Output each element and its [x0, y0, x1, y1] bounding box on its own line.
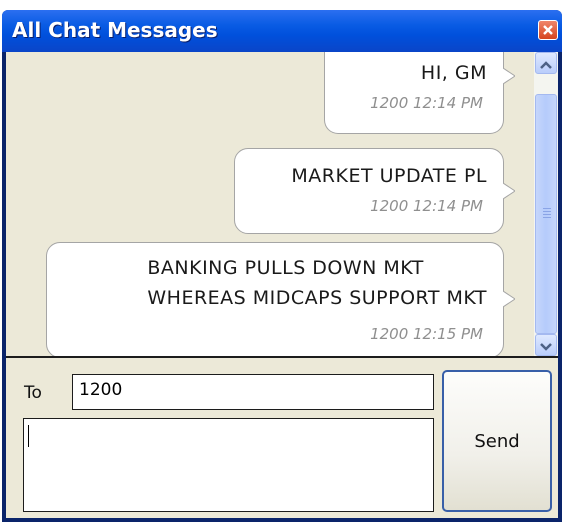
message-bubble: BANKING PULLS DOWN MKT WHEREAS MIDCAPS S…	[46, 242, 515, 356]
title-bar[interactable]: All Chat Messages	[2, 10, 562, 52]
message-text: BANKING PULLS DOWN MKT WHEREAS MIDCAPS S…	[147, 257, 487, 309]
message-input[interactable]	[23, 418, 434, 512]
message-timestamp: 1200 12:14 PM	[370, 94, 483, 112]
close-icon	[542, 24, 554, 36]
recipient-field[interactable]: 1200	[72, 374, 434, 410]
message-text: MARKET UPDATE PL	[291, 165, 487, 187]
send-button[interactable]: Send	[442, 370, 552, 512]
grip-line	[543, 208, 551, 209]
bubble-tail	[503, 291, 515, 307]
window-client: HI, GM 1200 12:14 PM MARKET UPDATE PL 12…	[6, 52, 558, 518]
message-timestamp: 1200 12:14 PM	[370, 197, 483, 215]
message-list: HI, GM 1200 12:14 PM MARKET UPDATE PL 12…	[6, 52, 534, 356]
message-text: HI, GM	[420, 62, 487, 84]
chat-window: All Chat Messages HI, GM 1200 12:14 PM M…	[2, 10, 562, 522]
grip-line	[543, 214, 551, 215]
send-button-label: Send	[474, 430, 520, 452]
text-caret	[28, 425, 29, 447]
chevron-up-icon	[540, 54, 552, 73]
to-label: To	[24, 383, 42, 403]
message-scrollbar[interactable]	[534, 52, 558, 356]
grip-line	[543, 211, 551, 212]
bubble-tail	[503, 183, 515, 199]
close-button[interactable]	[538, 20, 558, 40]
compose-panel: To 1200 Send	[6, 356, 558, 518]
window-title: All Chat Messages	[12, 18, 218, 42]
grip-line	[543, 217, 551, 218]
message-bubble: MARKET UPDATE PL 1200 12:14 PM	[234, 148, 515, 234]
chevron-down-icon	[540, 336, 552, 355]
message-bubble: HI, GM 1200 12:14 PM	[324, 52, 515, 134]
scroll-thumb[interactable]	[535, 94, 557, 334]
bubble-tail	[503, 68, 515, 84]
scroll-up-button[interactable]	[535, 52, 557, 74]
scroll-down-button[interactable]	[535, 334, 557, 356]
message-timestamp: 1200 12:15 PM	[370, 325, 483, 343]
